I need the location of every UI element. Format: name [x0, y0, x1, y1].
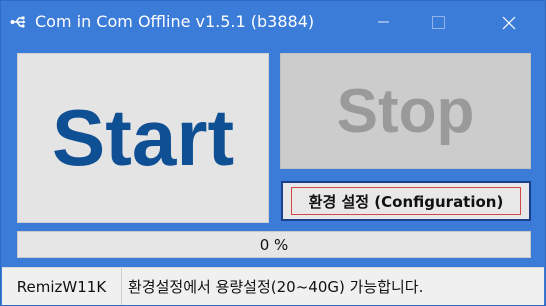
stop-button[interactable]: Stop — [280, 53, 531, 169]
progress-bar: 0 % — [17, 231, 531, 258]
stop-label: Stop — [336, 76, 475, 146]
app-window: Com in Com Offline v1.5.1 (b3884) Start … — [0, 0, 546, 306]
maximize-icon — [432, 16, 445, 29]
start-label: Start — [51, 93, 235, 182]
usb-icon — [10, 14, 26, 30]
close-icon — [502, 16, 516, 30]
status-bar: RemizW11K 환경설정에서 용량설정(20~40G) 가능합니다. — [2, 267, 544, 305]
minimize-button[interactable] — [361, 1, 407, 43]
start-button[interactable]: Start — [17, 53, 269, 223]
minimize-icon — [378, 21, 389, 23]
config-focus-rect: 환경 설정 (Configuration) — [291, 187, 521, 215]
status-message: 환경설정에서 용량설정(20~40G) 가능합니다. — [128, 278, 424, 296]
maximize-button[interactable] — [415, 1, 461, 43]
configuration-button[interactable]: 환경 설정 (Configuration) — [281, 181, 531, 221]
status-host-name: RemizW11K — [2, 268, 122, 305]
close-button[interactable] — [485, 1, 531, 43]
progress-text: 0 % — [259, 235, 289, 254]
window-title: Com in Com Offline v1.5.1 (b3884) — [35, 12, 315, 31]
title-bar[interactable]: Com in Com Offline v1.5.1 (b3884) — [1, 1, 545, 43]
configuration-label: 환경 설정 (Configuration) — [308, 192, 504, 211]
